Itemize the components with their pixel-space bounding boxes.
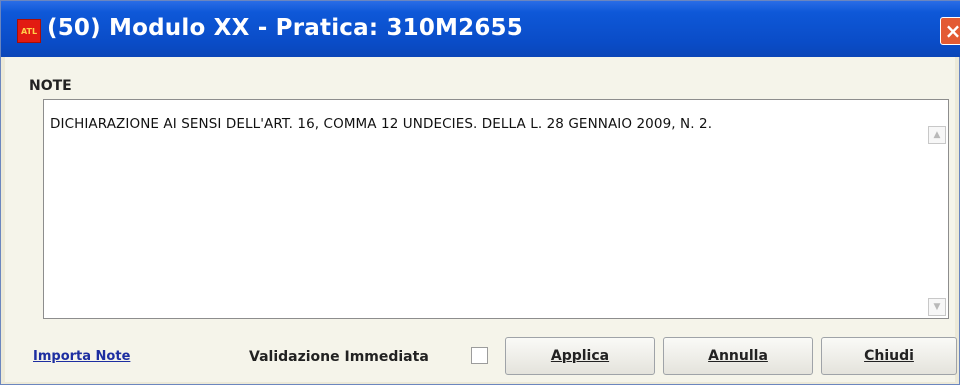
scroll-down-icon[interactable]: ▼ [928,298,946,316]
dialog-footer: Importa Note Validazione Immediata Appli… [5,325,957,382]
immediate-validation-checkbox[interactable] [471,347,488,364]
immediate-validation-label: Validazione Immediata [249,349,429,365]
app-icon-label: ATL [20,26,38,36]
title-bar[interactable]: ATL (50) Modulo XX - Pratica: 310M2655 × [1,1,960,57]
cancel-button-label: Annulla [708,348,768,364]
note-scrollbar[interactable]: ▲ ▼ [926,100,948,318]
close-icon[interactable]: × [940,17,960,45]
window-title: (50) Modulo XX - Pratica: 310M2655 [47,15,523,41]
close-button-label: Chiudi [864,348,914,364]
dialog-content: NOTE DICHIARAZIONE AI SENSI DELL'ART. 16… [5,57,957,382]
apply-button[interactable]: Applica [505,337,655,375]
note-textarea[interactable]: DICHIARAZIONE AI SENSI DELL'ART. 16, COM… [43,99,949,319]
import-notes-link[interactable]: Importa Note [33,349,130,364]
app-icon: ATL [17,19,41,43]
cancel-button[interactable]: Annulla [663,337,813,375]
note-label: NOTE [29,78,72,94]
scroll-up-icon[interactable]: ▲ [928,126,946,144]
dialog-window: ATL (50) Modulo XX - Pratica: 310M2655 ×… [0,0,960,385]
note-text[interactable]: DICHIARAZIONE AI SENSI DELL'ART. 16, COM… [50,116,712,132]
close-button[interactable]: Chiudi [821,337,957,375]
apply-button-label: Applica [550,348,610,364]
